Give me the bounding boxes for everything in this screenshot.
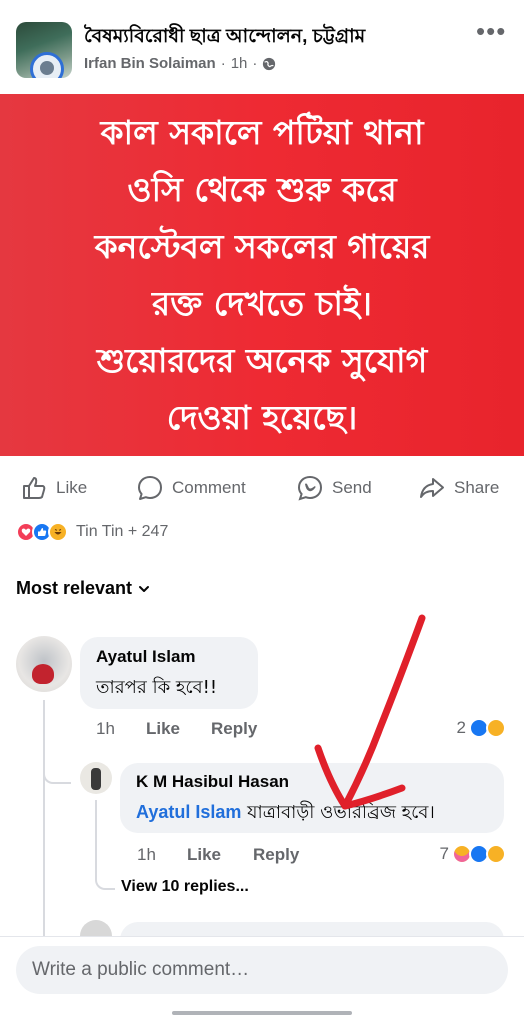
more-icon[interactable]: •••	[476, 18, 508, 44]
globe-icon	[263, 57, 276, 70]
view-more-replies-link[interactable]: View 10 replies...	[121, 878, 249, 896]
comment-label: Comment	[172, 478, 246, 497]
reply-like-link[interactable]: Like	[187, 845, 253, 865]
comment-time[interactable]: 1h	[96, 719, 146, 739]
commenter-avatar[interactable]	[16, 636, 72, 692]
commenter-name[interactable]: Ayatul Islam	[96, 647, 242, 667]
thread-line	[43, 700, 45, 940]
banner-text: কাল সকালে পটিয়া থানা ওসি থেকে শুরু করে …	[94, 113, 430, 437]
comment-sort-dropdown[interactable]: Most relevant	[16, 578, 150, 599]
reaction-icons	[16, 522, 68, 542]
send-button[interactable]: Send	[296, 474, 372, 502]
chevron-down-icon	[139, 585, 150, 592]
post-time[interactable]: 1h	[231, 55, 248, 72]
reply-reaction-count[interactable]: 7	[440, 844, 506, 864]
group-avatar[interactable]	[16, 22, 72, 78]
comment-reaction-count[interactable]: 2	[457, 718, 506, 738]
comment-input[interactable]	[32, 959, 492, 981]
replier-name[interactable]: K M Hasibul Hasan	[136, 772, 488, 792]
comment-like-link[interactable]: Like	[146, 719, 211, 739]
home-indicator[interactable]	[172, 1011, 352, 1015]
comment-reply-link[interactable]: Reply	[211, 719, 257, 739]
reply-time[interactable]: 1h	[137, 845, 187, 865]
comment-button[interactable]: Comment	[136, 474, 246, 502]
reply-text: Ayatul Islam যাত্রাবাড়ী ওভারব্রিজ হবে।	[136, 798, 488, 829]
comment-actions: 1h Like Reply	[96, 719, 257, 739]
post-header: বৈষম্যবিরোধী ছাত্র আন্দোলন, চট্টগ্রাম Ir…	[0, 0, 524, 94]
post-action-bar: Like Comment Send Share	[0, 466, 524, 510]
comment-text: তারপর কি হবে!!	[96, 677, 218, 698]
share-label: Share	[454, 478, 500, 497]
thread-line	[95, 872, 115, 890]
thumbs-up-icon	[23, 477, 46, 499]
meta-separator: ·	[220, 55, 226, 72]
post-image-banner[interactable]: কাল সকালে পটিয়া থানা ওসি থেকে শুরু করে …	[0, 94, 524, 456]
haha-reaction-icon	[48, 522, 68, 542]
reply-bubble[interactable]: K M Hasibul Hasan Ayatul Islam যাত্রাবাড…	[120, 763, 504, 833]
author-avatar[interactable]	[30, 52, 64, 78]
reaction-count-number: 7	[439, 844, 449, 863]
group-name[interactable]: বৈষম্যবিরোধী ছাত্র আন্দোলন, চট্টগ্রাম	[84, 22, 365, 54]
share-button[interactable]: Share	[418, 474, 499, 502]
messenger-icon	[297, 475, 323, 501]
thread-line	[95, 800, 97, 880]
comment-composer[interactable]	[16, 946, 508, 994]
haha-reaction-icon	[486, 844, 506, 864]
comment-bubble[interactable]: Ayatul Islam তারপর কি হবে!!	[80, 637, 258, 709]
share-arrow-icon	[420, 478, 444, 498]
reply-body: যাত্রাবাড়ী ওভারব্রিজ হবে।	[247, 802, 435, 823]
reactions-summary-text: Tin Tin + 247	[76, 523, 169, 540]
meta-separator: ·	[252, 55, 258, 72]
comment-icon	[138, 476, 162, 500]
reply-reply-link[interactable]: Reply	[253, 845, 299, 865]
like-label: Like	[56, 478, 88, 497]
haha-reaction-icon	[486, 718, 506, 738]
like-button[interactable]: Like	[20, 474, 87, 502]
replier-avatar[interactable]	[80, 762, 112, 794]
author-name[interactable]: Irfan Bin Solaiman	[84, 55, 216, 72]
reactions-summary[interactable]: Tin Tin + 247	[16, 522, 168, 542]
sort-label: Most relevant	[16, 578, 133, 598]
thread-line	[43, 770, 71, 784]
send-label: Send	[332, 478, 372, 497]
reply-actions: 1h Like Reply	[137, 845, 299, 865]
mention-link[interactable]: Ayatul Islam	[136, 802, 241, 822]
post-meta: Irfan Bin Solaiman · 1h ·	[84, 55, 276, 72]
reaction-count-number: 2	[456, 718, 466, 737]
